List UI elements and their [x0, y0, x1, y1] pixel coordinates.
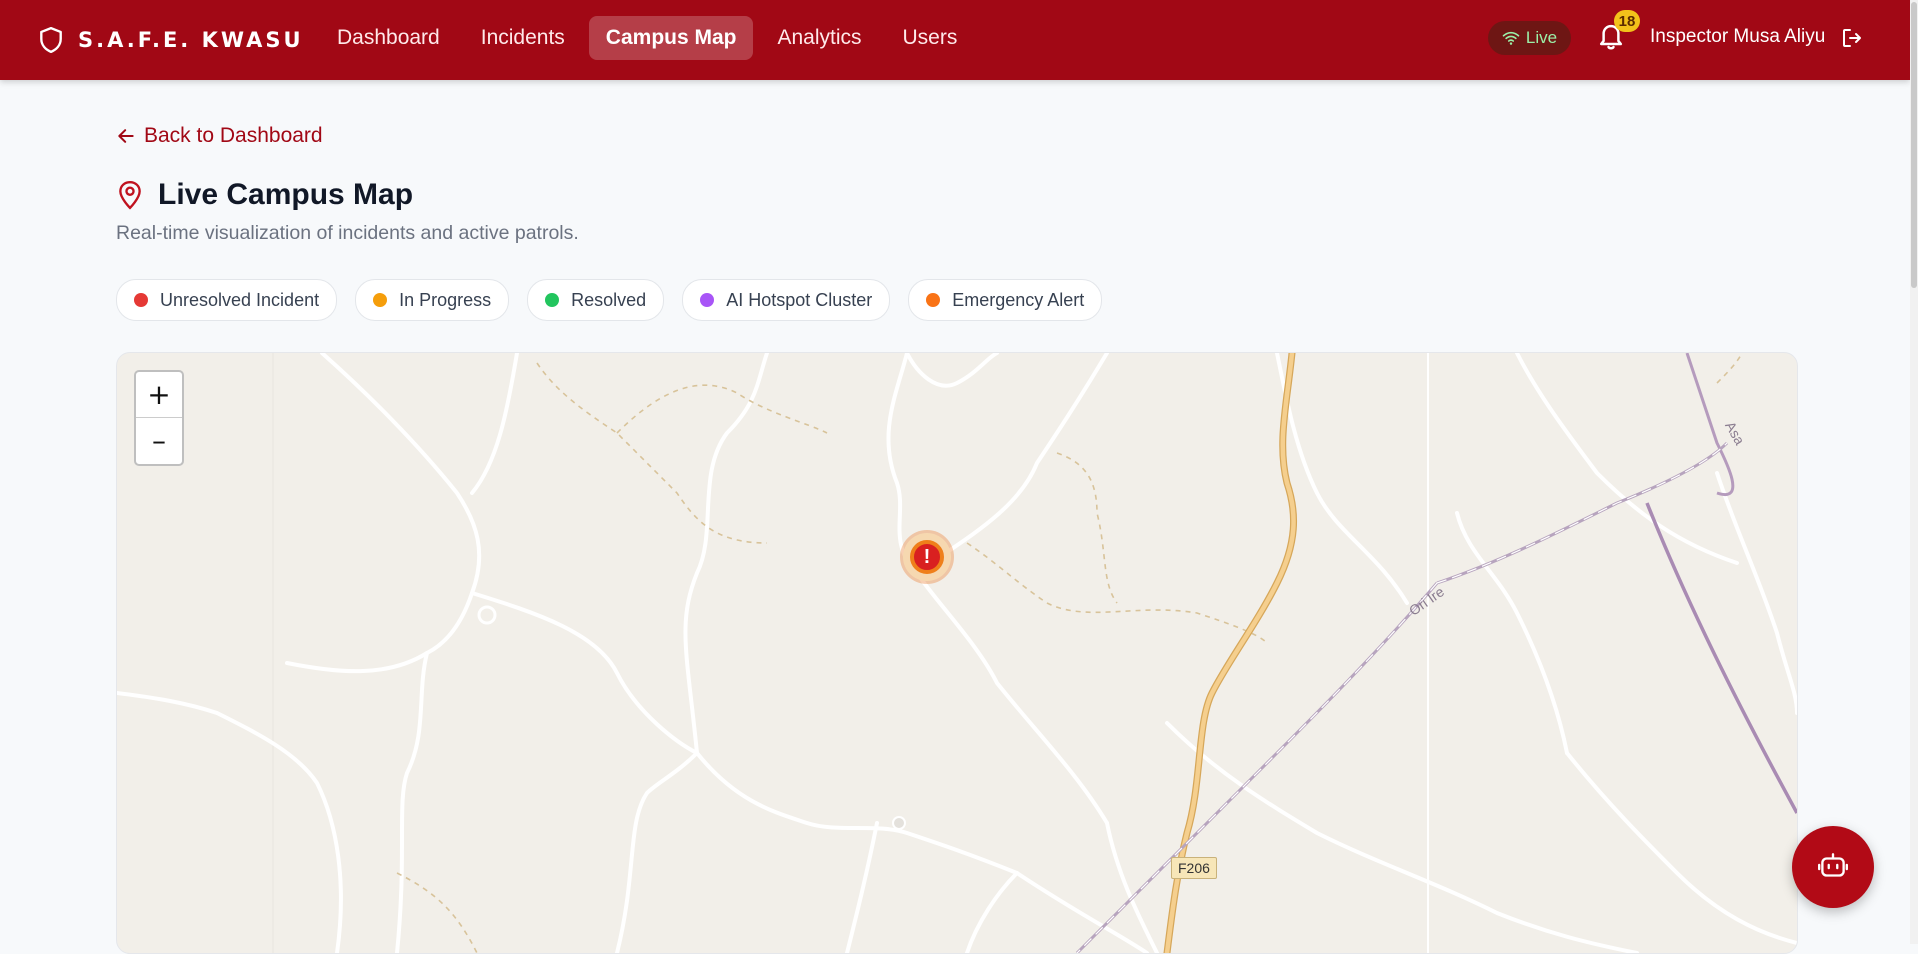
- alert-icon: !: [910, 540, 944, 574]
- legend-emergency-alert: Emergency Alert: [908, 279, 1103, 321]
- legend-label: Resolved: [571, 289, 647, 310]
- legend-dot: [926, 293, 941, 307]
- user-name[interactable]: Inspector Musa Aliyu: [1650, 26, 1825, 48]
- back-label: Back to Dashboard: [144, 124, 323, 147]
- nav-users[interactable]: Users: [886, 16, 975, 60]
- nav-analytics[interactable]: Analytics: [760, 16, 878, 60]
- main-nav: Dashboard Incidents Campus Map Analytics…: [320, 14, 981, 62]
- live-status-badge: Live: [1488, 21, 1571, 55]
- logout-icon: [1843, 29, 1861, 47]
- top-navbar: S.A.F.E. KWASU Dashboard Incidents Campu…: [0, 0, 1910, 80]
- scrollbar-thumb[interactable]: [1911, 2, 1917, 288]
- logout-button[interactable]: [1840, 26, 1864, 50]
- map-legend: Unresolved Incident In Progress Resolved…: [116, 279, 1120, 321]
- legend-resolved: Resolved: [527, 279, 665, 321]
- campus-map[interactable]: + – ! F206 Ori Ire Asa: [116, 352, 1798, 954]
- legend-label: Emergency Alert: [952, 289, 1085, 310]
- arrow-left-icon: [118, 129, 134, 143]
- brand-name: S.A.F.E. KWASU: [78, 28, 304, 52]
- page-title: Live Campus Map: [158, 178, 414, 211]
- wifi-icon: [1502, 31, 1520, 45]
- back-to-dashboard-link[interactable]: Back to Dashboard: [116, 124, 323, 148]
- ai-assistant-button[interactable]: [1792, 826, 1874, 908]
- nav-dashboard[interactable]: Dashboard: [320, 16, 457, 60]
- live-label: Live: [1525, 28, 1558, 47]
- map-tiles: [117, 353, 1797, 953]
- page-header: Live Campus Map: [116, 178, 413, 212]
- legend-label: In Progress: [399, 289, 492, 310]
- legend-dot: [134, 293, 148, 307]
- legend-dot: [545, 293, 560, 307]
- legend-dot: [700, 293, 715, 307]
- brand[interactable]: S.A.F.E. KWASU: [38, 22, 304, 58]
- legend-unresolved-incident: Unresolved Incident: [116, 279, 338, 321]
- zoom-controls: + –: [134, 370, 184, 466]
- nav-campus-map[interactable]: Campus Map: [588, 16, 754, 60]
- legend-label: AI Hotspot Cluster: [726, 289, 873, 310]
- map-pin-icon: [119, 180, 141, 210]
- robot-icon: [1818, 853, 1848, 877]
- legend-ai-hotspot-cluster: AI Hotspot Cluster: [682, 279, 891, 321]
- legend-label: Unresolved Incident: [160, 289, 320, 310]
- legend-dot: [373, 293, 388, 307]
- nav-incidents[interactable]: Incidents: [464, 16, 582, 60]
- incident-marker[interactable]: !: [903, 533, 951, 581]
- zoom-in-button[interactable]: +: [136, 372, 182, 418]
- page-subtitle: Real-time visualization of incidents and…: [116, 222, 579, 244]
- legend-in-progress: In Progress: [355, 279, 510, 321]
- shield-icon: [40, 26, 62, 54]
- road-label-f206: F206: [1171, 857, 1217, 879]
- zoom-out-button[interactable]: –: [136, 418, 182, 463]
- notification-count-badge: 18: [1614, 10, 1640, 32]
